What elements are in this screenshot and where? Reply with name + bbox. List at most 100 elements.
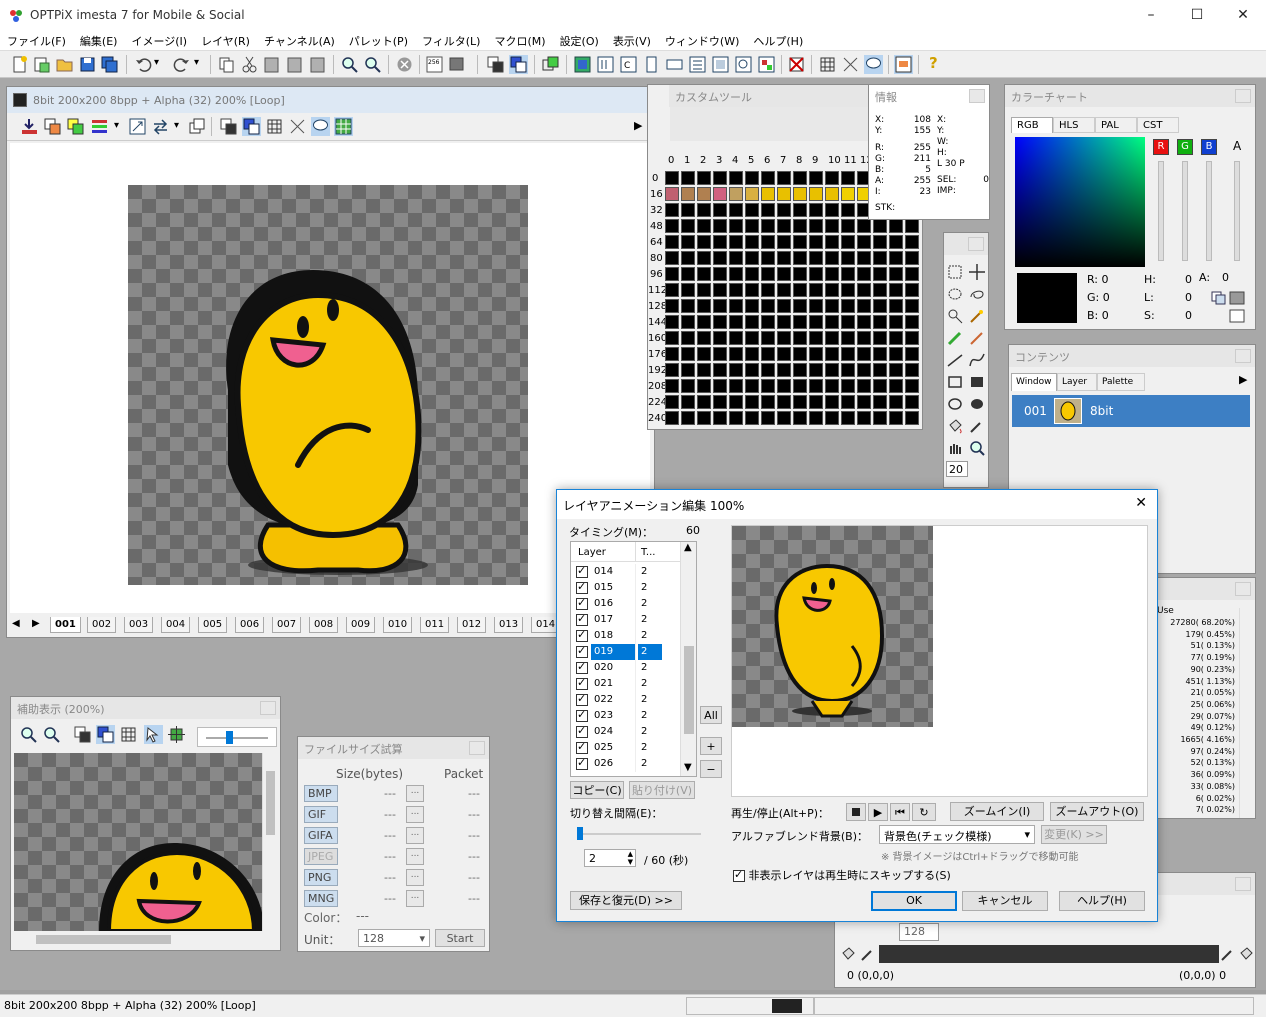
palette-cell[interactable] [857,331,871,345]
frame-tab-012[interactable]: 012 [457,617,487,633]
palette-cell[interactable] [729,395,743,409]
contents-close-button[interactable] [1235,349,1251,363]
layer-visible-checkbox[interactable] [576,724,588,738]
palette-cell[interactable] [777,171,791,185]
palette-cell[interactable] [713,315,727,329]
palette-cell[interactable] [841,203,855,217]
save-all-icon[interactable] [100,55,119,74]
palette-cell[interactable] [713,187,727,201]
palette-cell[interactable] [905,267,919,281]
palette-cell[interactable] [697,411,711,425]
minimize-button[interactable]: – [1128,0,1174,31]
frame-tab-005[interactable]: 005 [198,617,228,633]
layer-row[interactable]: 020 2 [571,660,681,676]
palette-cell[interactable] [889,283,903,297]
palette-cell[interactable] [825,203,839,217]
layer-row[interactable]: 016 2 [571,596,681,612]
open-folder-icon[interactable] [55,55,74,74]
palette-cell[interactable] [713,251,727,265]
palette-cell[interactable] [713,171,727,185]
palette-cell[interactable] [873,235,887,249]
layer-visible-checkbox[interactable] [576,740,588,754]
palette-cell[interactable] [665,171,679,185]
palette-cell[interactable] [665,379,679,393]
window-layout-icon[interactable] [894,55,913,74]
palette-cell[interactable] [905,395,919,409]
palette-cell[interactable] [857,267,871,281]
menu-image[interactable]: イメージ(I) [124,31,194,49]
palette-cell[interactable] [793,331,807,345]
close-button[interactable]: ✕ [1220,0,1266,31]
palette-cell[interactable] [697,187,711,201]
view-mode-5-icon[interactable] [665,55,684,74]
paste-color-icon[interactable] [1229,291,1245,305]
palette-cell[interactable] [713,379,727,393]
palette-cell[interactable] [809,219,823,233]
palette-cell[interactable] [873,395,887,409]
aux-horizontal-scrollbar[interactable] [14,931,262,947]
layer-row[interactable]: 024 2 [571,724,681,740]
palette-cell[interactable] [777,299,791,313]
format-mng-button[interactable]: MNG [304,890,338,907]
paste-icon[interactable] [262,55,281,74]
aux-canvas[interactable] [14,753,262,931]
palette-cell[interactable] [889,347,903,361]
tab-window[interactable]: Window [1011,373,1057,391]
palette-cell[interactable] [825,315,839,329]
palette-cell[interactable] [697,251,711,265]
alpha-bg-select[interactable]: 背景色(チェック模様) ▾ [879,825,1035,844]
palette-cell[interactable] [905,315,919,329]
tab-palette[interactable]: Palette [1097,373,1145,391]
tab-pal[interactable]: PAL [1095,117,1137,133]
palette-cell[interactable] [665,219,679,233]
slider-r[interactable] [1158,161,1164,261]
palette-cell[interactable] [665,347,679,361]
undo-icon[interactable] [134,55,153,74]
ok-button[interactable]: OK [871,891,957,911]
preview-area[interactable] [731,525,1148,797]
layer-visible-checkbox[interactable] [576,644,588,658]
palette-cell[interactable] [665,283,679,297]
stop-play-button[interactable] [846,803,866,821]
layer-row[interactable]: 025 2 [571,740,681,756]
palette-cell[interactable] [889,251,903,265]
palette-cell[interactable] [793,411,807,425]
palette-cell[interactable] [857,299,871,313]
palette-cell[interactable] [745,395,759,409]
import-icon[interactable] [20,117,39,136]
curve-icon[interactable] [968,351,986,369]
interval-slider[interactable] [577,827,701,840]
resize-icon[interactable] [128,117,147,136]
zoom-tool-icon[interactable] [968,439,986,457]
skip-hidden-checkbox[interactable]: 非表示レイヤは再生時にスキップする(S) [733,867,951,883]
view-mode-1-icon[interactable] [573,55,592,74]
color-depth-256-icon[interactable]: 256 [425,55,444,74]
palette-cell[interactable] [729,331,743,345]
palette-cell[interactable] [777,283,791,297]
palette-cell[interactable] [825,171,839,185]
palette-cell[interactable] [713,363,727,377]
frame-tab-010[interactable]: 010 [383,617,413,633]
palette-cell[interactable] [681,347,695,361]
palette-cell[interactable] [809,411,823,425]
cut-icon[interactable] [240,55,259,74]
aux-zoom-in-icon[interactable] [19,725,38,744]
palette-cell[interactable] [825,283,839,297]
palette-cell[interactable] [665,299,679,313]
layer-row[interactable]: 0192 [571,644,681,660]
palette-cell[interactable] [681,219,695,233]
filled-ellipse-icon[interactable] [968,395,986,413]
palette-cell[interactable] [729,171,743,185]
palette-cell[interactable] [729,347,743,361]
palette-cell[interactable] [681,283,695,297]
palette-cell[interactable] [681,363,695,377]
loop-button[interactable]: ↻ [912,803,936,821]
duplicate-window-icon[interactable] [188,117,207,136]
hand-icon[interactable] [946,439,964,457]
help-icon[interactable]: ? [929,54,938,72]
view-mode-2-icon[interactable] [596,55,615,74]
palette-cell[interactable] [777,363,791,377]
speech-bubble-icon[interactable] [864,55,883,74]
palette-cell[interactable] [697,267,711,281]
layer-row[interactable]: 023 2 [571,708,681,724]
